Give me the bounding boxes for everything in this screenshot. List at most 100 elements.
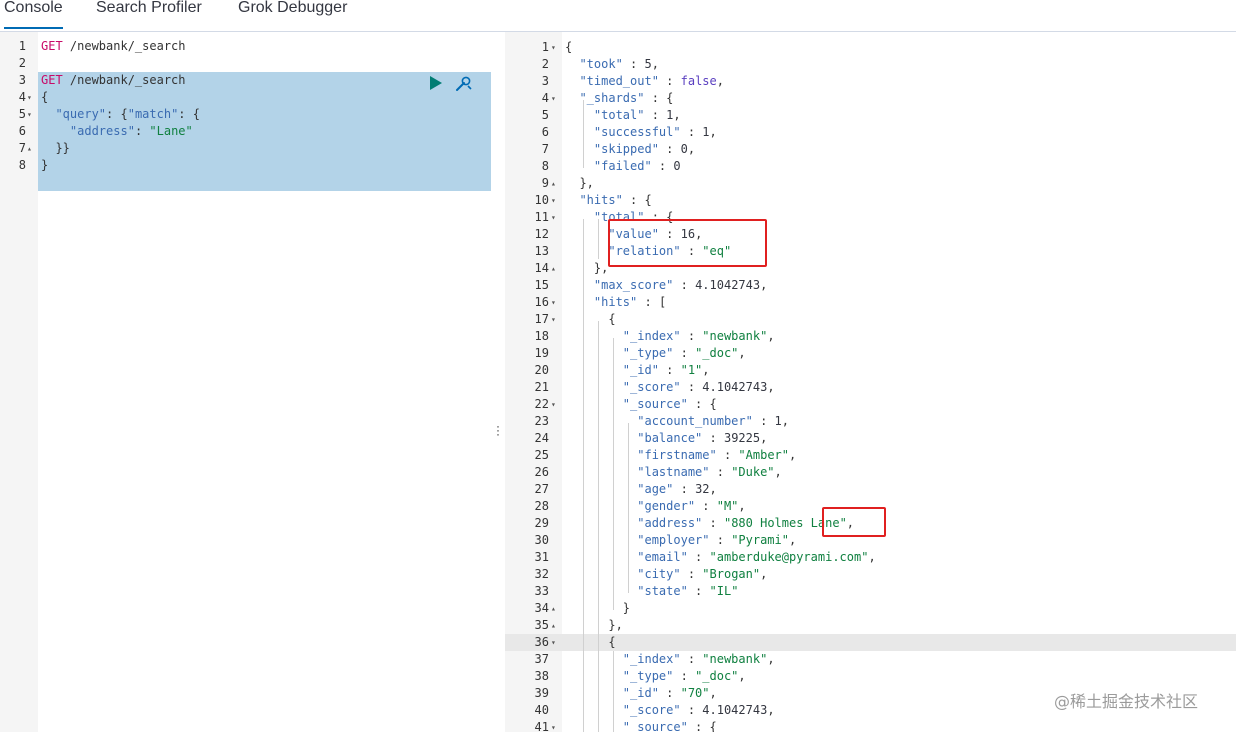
request-code-line[interactable]: { xyxy=(41,89,48,106)
resize-handle-icon[interactable]: · · · xyxy=(496,420,500,440)
fold-toggle-icon[interactable]: ▾ xyxy=(551,634,556,651)
fold-toggle-icon[interactable]: ▾ xyxy=(551,294,556,311)
response-line-number: 35 xyxy=(534,618,549,632)
response-line-number: 16 xyxy=(534,295,549,309)
response-line-number: 34 xyxy=(534,601,549,615)
response-code-line: "_score" : 4.1042743, xyxy=(622,380,775,394)
pane-divider[interactable] xyxy=(491,32,505,732)
response-line-number: 40 xyxy=(534,703,549,717)
response-line-number: 5 xyxy=(541,108,549,122)
response-line-number: 9 xyxy=(541,176,549,190)
response-line-number: 15 xyxy=(534,278,549,292)
response-line-number: 41 xyxy=(534,720,549,732)
request-code-line[interactable]: GET /newbank/_search xyxy=(41,72,186,89)
response-viewer[interactable]: 1 ▾{2 "took" : 5, 3 "timed_out" : false, 4 ▾… xyxy=(505,32,1236,732)
response-code-line: "state" : "IL" xyxy=(637,584,739,598)
fold-toggle-icon[interactable]: ▾ xyxy=(551,209,556,226)
fold-toggle-icon[interactable]: ▾ xyxy=(551,396,556,413)
wrench-icon[interactable] xyxy=(453,74,473,94)
request-line-number: 4 xyxy=(18,90,26,104)
response-code-line: "max_score" : 4.1042743, xyxy=(593,278,768,292)
request-line-number: 6 xyxy=(18,124,26,138)
response-code-line: "_source" : { xyxy=(622,720,717,732)
response-code-line: "timed_out" : false, xyxy=(579,74,724,88)
response-code-line: "took" : 5, xyxy=(579,57,659,71)
response-line-number: 7 xyxy=(541,142,549,156)
response-code-line: "_score" : 4.1042743, xyxy=(622,703,775,717)
response-code-line: "failed" : 0 xyxy=(593,159,681,173)
response-line-number: 31 xyxy=(534,550,549,564)
response-line-number: 10 xyxy=(534,193,549,207)
response-line-number: 20 xyxy=(534,363,549,377)
play-icon[interactable] xyxy=(430,76,442,90)
response-code-line: "employer" : "Pyrami", xyxy=(637,533,797,547)
tab-console[interactable]: Console xyxy=(4,0,63,29)
fold-toggle-icon[interactable]: ▴ xyxy=(551,600,556,617)
fold-toggle-icon[interactable]: ▾ xyxy=(551,39,556,56)
fold-toggle-icon[interactable]: ▾ xyxy=(551,311,556,328)
watermark: @稀土掘金技术社区 xyxy=(1054,692,1199,711)
response-code-line: "firstname" : "Amber", xyxy=(637,448,797,462)
fold-toggle-icon[interactable]: ▴ xyxy=(551,260,556,277)
response-code-line: "address" : "880 Holmes Lane", xyxy=(637,516,855,530)
fold-toggle-icon[interactable]: ▴ xyxy=(551,175,556,192)
response-line-number: 22 xyxy=(534,397,549,411)
response-code-line: "_index" : "newbank", xyxy=(622,652,775,666)
response-line-number: 28 xyxy=(534,499,549,513)
fold-toggle-icon[interactable]: ▾ xyxy=(27,89,32,106)
fold-toggle-icon[interactable]: ▴ xyxy=(27,140,32,157)
request-code-line[interactable]: "query": {"match": { xyxy=(41,106,200,123)
response-line-number: 2 xyxy=(541,57,549,71)
response-code-line: "total" : 1, xyxy=(593,108,681,122)
highlight-address-match-box xyxy=(822,507,886,537)
response-code-line: { xyxy=(565,635,616,649)
response-code-line: "age" : 32, xyxy=(637,482,717,496)
response-code-line: "_index" : "newbank", xyxy=(622,329,775,343)
response-line-number: 30 xyxy=(534,533,549,547)
response-line-number: 11 xyxy=(534,210,549,224)
top-tab-bar: Console Search Profiler Grok Debugger xyxy=(0,0,1236,32)
response-line-number: 12 xyxy=(534,227,549,241)
response-code-line: "city" : "Brogan", xyxy=(637,567,768,581)
response-line-number: 3 xyxy=(541,74,549,88)
response-code-line: }, xyxy=(565,261,609,275)
response-code-line: "lastname" : "Duke", xyxy=(637,465,782,479)
request-line-number: 7 xyxy=(18,141,26,155)
tab-search-profiler[interactable]: Search Profiler xyxy=(96,0,202,27)
request-line-number: 2 xyxy=(18,56,26,70)
fold-toggle-icon[interactable]: ▾ xyxy=(27,106,32,123)
request-line-number: 1 xyxy=(18,39,26,53)
request-editor[interactable]: 1 GET /newbank/_search 2 3 GET /newbank/_sea… xyxy=(0,32,491,732)
request-code-line[interactable]: }} xyxy=(41,140,69,157)
request-code-line[interactable]: } xyxy=(41,157,48,174)
response-line-number: 37 xyxy=(534,652,549,666)
fold-toggle-icon[interactable]: ▾ xyxy=(551,90,556,107)
response-line-number: 38 xyxy=(534,669,549,683)
response-line-number: 27 xyxy=(534,482,549,496)
response-code-line: { xyxy=(565,40,573,54)
tab-grok-debugger[interactable]: Grok Debugger xyxy=(238,0,347,27)
response-line-number: 24 xyxy=(534,431,549,445)
request-line-number: 5 xyxy=(18,107,26,121)
response-code-line: "gender" : "M", xyxy=(637,499,746,513)
response-code-line: } xyxy=(565,601,631,615)
response-line-number: 39 xyxy=(534,686,549,700)
response-code-line: "hits" : [ xyxy=(593,295,667,309)
response-line-number: 23 xyxy=(534,414,549,428)
response-code-line: "_type" : "_doc", xyxy=(622,669,746,683)
response-code-line: "balance" : 39225, xyxy=(637,431,768,445)
request-code-line[interactable]: GET /newbank/_search xyxy=(41,38,186,55)
fold-toggle-icon[interactable]: ▴ xyxy=(551,617,556,634)
fold-toggle-icon[interactable]: ▾ xyxy=(551,719,556,732)
response-line-number: 33 xyxy=(534,584,549,598)
fold-toggle-icon[interactable]: ▾ xyxy=(551,192,556,209)
response-line-number: 19 xyxy=(534,346,549,360)
response-line-number: 8 xyxy=(541,159,549,173)
request-code-line[interactable]: "address": "Lane" xyxy=(41,123,193,140)
response-line-number: 29 xyxy=(534,516,549,530)
response-line-number: 25 xyxy=(534,448,549,462)
response-code-line: "account_number" : 1, xyxy=(637,414,789,428)
response-line-number: 18 xyxy=(534,329,549,343)
response-code-line: "_id" : "1", xyxy=(622,363,710,377)
response-code-line: "_source" : { xyxy=(622,397,717,411)
